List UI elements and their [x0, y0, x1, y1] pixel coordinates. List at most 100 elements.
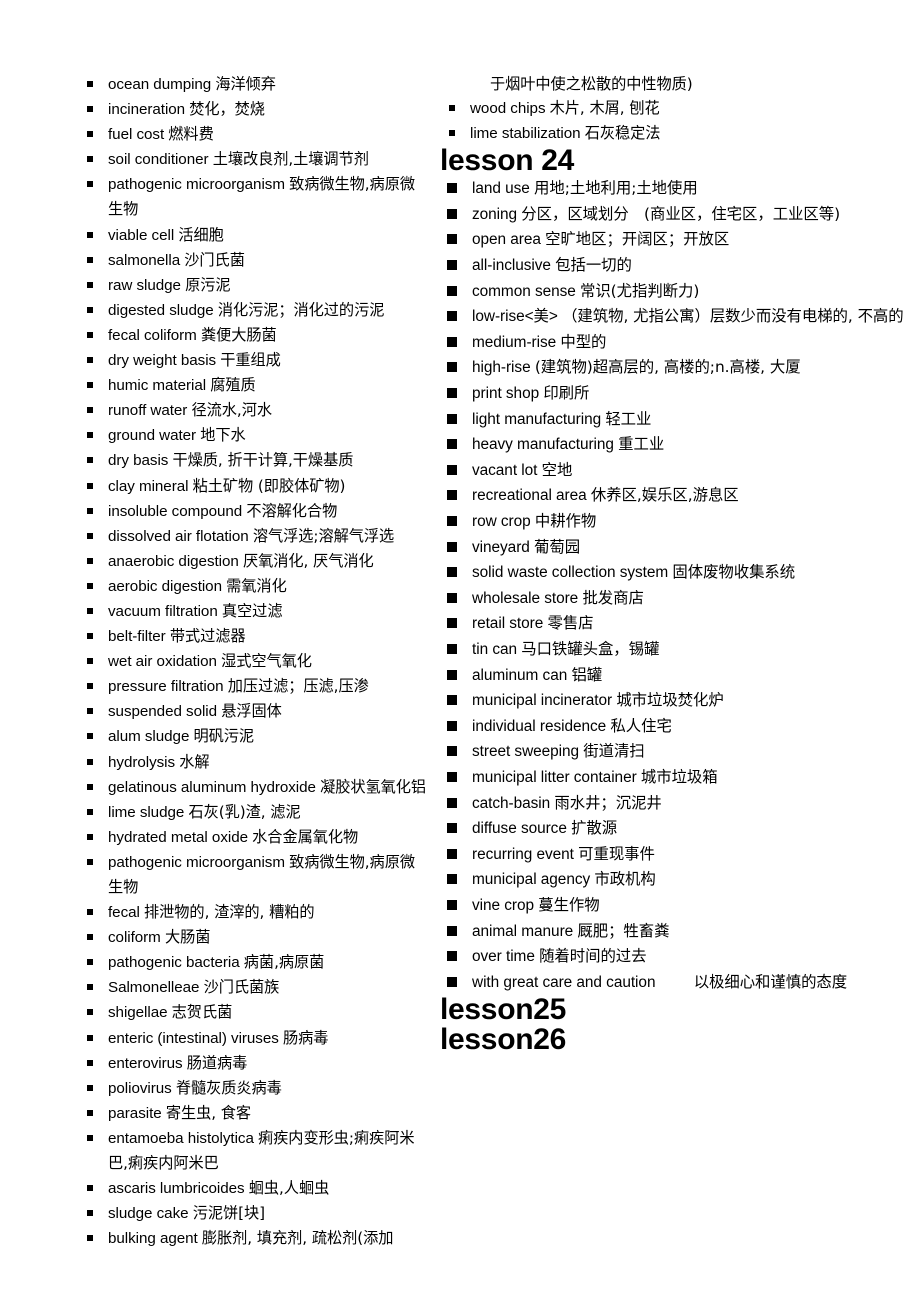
vocabulary-entry: lime sludge 石灰(乳)渣, 滤泥: [78, 800, 430, 825]
square-bullet-icon: [447, 311, 457, 322]
square-bullet-icon: [87, 683, 93, 690]
vocabulary-term: light manufacturing: [472, 410, 602, 428]
vocabulary-entry: all-inclusive 包括一切的: [440, 253, 910, 279]
square-bullet-icon: [447, 925, 457, 936]
vocabulary-entry: suspended solid 悬浮固体: [78, 699, 430, 724]
vocabulary-entry: dissolved air flotation 溶气浮选;溶解气浮选: [78, 524, 430, 549]
vocabulary-gloss: 溶气浮选;溶解气浮选: [252, 526, 395, 545]
square-bullet-icon: [447, 823, 457, 834]
vocabulary-gloss: 带式过滤器: [169, 627, 246, 646]
vocabulary-term: incineration: [108, 101, 186, 119]
vocabulary-entry: poliovirus 脊髓灰质炎病毒: [78, 1076, 430, 1101]
vocabulary-gloss: 中耕作物: [534, 512, 597, 530]
vocabulary-entry: runoff water 径流水,河水: [78, 398, 430, 423]
square-bullet-icon: [87, 507, 93, 514]
square-bullet-icon: [87, 658, 93, 665]
vocabulary-gloss: 原污泥: [185, 275, 231, 294]
square-bullet-icon: [87, 106, 93, 113]
vocabulary-term: tin can: [472, 640, 517, 658]
vocabulary-term: humic material: [108, 377, 207, 395]
vocabulary-entry: vine crop 蔓生作物: [440, 893, 910, 919]
square-bullet-icon: [87, 733, 93, 740]
vocabulary-term: recreational area: [472, 487, 587, 505]
lesson-24-heading: lesson 24: [440, 144, 575, 178]
vocabulary-gloss: 街道清扫: [583, 742, 645, 761]
vocabulary-gloss: 城市垃圾箱: [640, 767, 718, 786]
vocabulary-gloss: 沙门氏菌族: [203, 978, 280, 997]
vocabulary-term: Salmonelleae: [108, 979, 200, 997]
vocabulary-entry: catch-basin 雨水井；沉泥井: [440, 791, 910, 817]
vocabulary-term: digested sludge: [108, 301, 214, 319]
square-bullet-icon: [87, 959, 93, 966]
vocabulary-entry: lime stabilization 石灰稳定法: [440, 121, 910, 146]
vocabulary-entry: ascaris lumbricoides 蛔虫,人蛔虫: [78, 1176, 430, 1201]
vocabulary-gloss: 土壤改良剂,土壤调节剂: [212, 150, 369, 169]
vocabulary-gloss: 海洋倾弃: [215, 75, 276, 93]
vocabulary-entry: pathogenic bacteria 病菌,病原菌: [78, 950, 430, 975]
vocabulary-term: fuel cost: [108, 126, 165, 144]
vocabulary-term: solid waste collection system: [472, 564, 669, 582]
vocabulary-gloss: 脊髓灰质炎病毒: [175, 1078, 282, 1097]
square-bullet-icon: [447, 208, 457, 219]
vocabulary-entry: clay mineral 粘土矿物 (即胶体矿物): [78, 474, 430, 499]
square-bullet-icon: [447, 643, 457, 654]
square-bullet-icon: [87, 909, 93, 916]
vocabulary-gloss: 轻工业: [605, 409, 652, 428]
vocabulary-term: hydrated metal oxide: [108, 828, 248, 846]
vocabulary-term: animal manure: [472, 922, 574, 940]
vocabulary-term: soil conditioner: [108, 151, 209, 169]
vocabulary-entry: solid waste collection system 固体废物收集系统: [440, 560, 910, 586]
vocabulary-gloss: 常识(尤指判断力): [580, 281, 700, 300]
vocabulary-gloss: 分区，区域划分 (商业区，住宅区，工业区等): [521, 204, 841, 223]
vocabulary-term: suspended solid: [108, 703, 218, 721]
vocabulary-gloss: 消化污泥；消化过的污泥: [217, 300, 385, 319]
square-bullet-icon: [447, 234, 457, 245]
square-bullet-icon: [87, 331, 93, 338]
vocabulary-term: dissolved air flotation: [108, 527, 249, 545]
square-bullet-icon: [87, 432, 93, 439]
vocabulary-entry: animal manure 厩肥；牲畜粪: [440, 919, 910, 945]
vocabulary-entry: incineration 焚化，焚烧: [78, 97, 430, 122]
vocabulary-gloss: 大肠菌: [164, 928, 211, 947]
vocabulary-term: common sense: [472, 282, 576, 300]
vocabulary-term: gelatinous aluminum hydroxide: [108, 778, 316, 796]
square-bullet-icon: [87, 607, 93, 614]
square-bullet-icon: [87, 1034, 93, 1041]
vocabulary-term: high-rise: [472, 359, 531, 377]
square-bullet-icon: [87, 231, 93, 238]
vocabulary-entry: shigellae 志贺氏菌: [78, 1000, 430, 1025]
square-bullet-icon: [87, 808, 93, 815]
vocabulary-entry: pressure filtration 加压过滤；压滤,压渗: [78, 674, 430, 699]
square-bullet-icon: [447, 439, 457, 450]
vocabulary-entry: enteric (intestinal) viruses 肠病毒: [78, 1026, 430, 1051]
vocabulary-term: dry basis: [108, 452, 169, 470]
vocabulary-gloss: 粘土矿物 (即胶体矿物): [192, 476, 346, 495]
vocabulary-gloss: 木片, 木屑, 刨花: [549, 99, 660, 118]
square-bullet-icon: [87, 1009, 93, 1016]
vocabulary-term: wood chips: [470, 100, 546, 118]
vocabulary-term: bulking agent: [108, 1230, 198, 1248]
square-bullet-icon: [447, 874, 457, 885]
vocabulary-term: aluminum can: [472, 666, 568, 684]
vocabulary-term: vacant lot: [472, 461, 538, 479]
square-bullet-icon: [87, 131, 93, 138]
vocabulary-gloss: 空旷地区；开阔区；开放区: [545, 230, 730, 249]
vocabulary-gloss: 加压过滤；压滤,压渗: [227, 677, 369, 696]
vocabulary-gloss: 干燥质, 折干计算,干燥基质: [172, 451, 354, 470]
vocabulary-entry: coliform 大肠菌: [78, 925, 430, 950]
vocabulary-gloss: 葡萄园: [534, 537, 581, 556]
square-bullet-icon: [447, 951, 457, 962]
square-bullet-icon: [87, 81, 93, 87]
vocabulary-gloss: 休养区,娱乐区,游息区: [590, 486, 739, 505]
vocabulary-gloss: 燃料费: [168, 125, 214, 144]
vocabulary-term: low-rise<美>: [472, 308, 558, 326]
vocabulary-term: zoning: [472, 205, 518, 223]
square-bullet-icon: [447, 336, 457, 347]
vocabulary-term: coliform: [108, 929, 161, 947]
square-bullet-icon: [447, 797, 457, 808]
vocabulary-entry: tin can 马口铁罐头盒，锡罐: [440, 637, 910, 663]
vocabulary-term: fecal: [108, 904, 140, 922]
vocabulary-term: municipal agency: [472, 871, 591, 889]
vocabulary-entry: fuel cost 燃料费: [78, 122, 430, 147]
square-bullet-icon: [447, 183, 457, 194]
